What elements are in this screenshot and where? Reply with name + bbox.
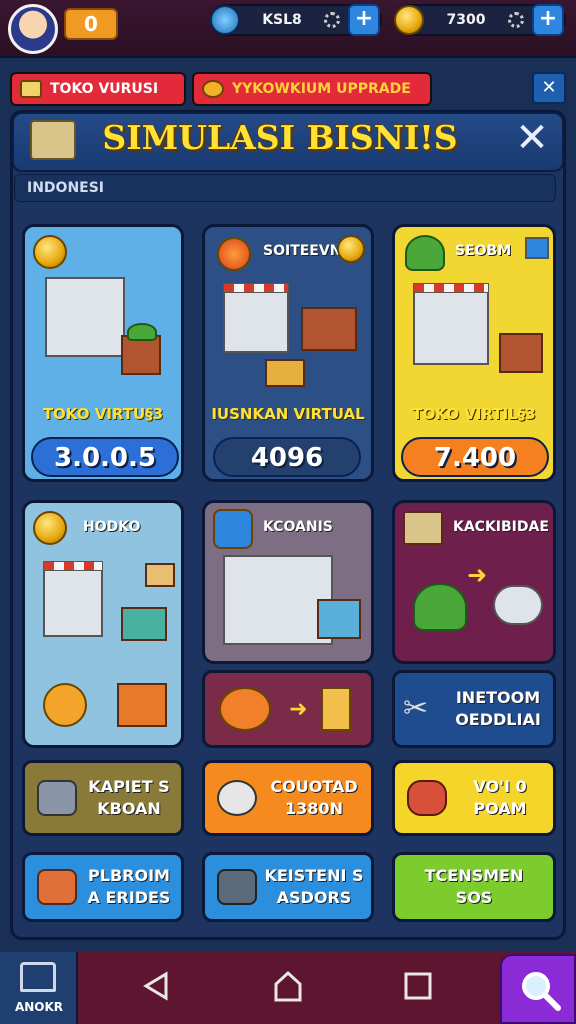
add-coins-button[interactable]: + — [532, 4, 564, 36]
produce-crate-icon — [121, 335, 161, 375]
coin-icon — [33, 511, 67, 545]
produce-cart-icon — [499, 333, 543, 373]
business-card-usaha-virtual[interactable]: SOITEEVN IUSNKAN VIRTUAL 4096 — [202, 224, 374, 482]
shop-badge-icon — [217, 237, 251, 271]
tools-icon: ✂ — [403, 691, 429, 726]
store-illustration — [413, 289, 489, 365]
card-title: IUSNKAN VIRTUAL — [211, 405, 365, 423]
business-card-kackibidae[interactable]: KACKIBIDAE ➜ — [392, 500, 556, 664]
register-icon — [217, 869, 257, 905]
phone-icon — [525, 237, 549, 259]
camera-icon — [37, 780, 77, 816]
upgrade-exchange-button[interactable]: ➜ — [202, 670, 374, 748]
tab-label: YYKOWKIUM UPPRADE — [232, 81, 411, 97]
action-button-6[interactable]: TCENSMEN SOS — [392, 852, 556, 922]
card-title: TOKO VIRTU§3 — [42, 405, 164, 423]
cash-register-icon — [493, 585, 543, 625]
shopping-cart-icon — [117, 683, 167, 727]
coin-stack-icon — [202, 80, 224, 98]
resource-coins-value: 7300 — [446, 12, 486, 28]
player-avatar[interactable] — [8, 4, 58, 54]
action-button-5[interactable]: KEISTENI S ASDORS — [202, 852, 374, 922]
card-price[interactable]: 7.400 — [401, 437, 549, 477]
coin-icon — [394, 5, 424, 35]
inetoom-button[interactable]: ✂ INETOOM OEDDLIAI — [392, 670, 556, 748]
awning-icon — [223, 283, 289, 293]
search-button[interactable] — [500, 954, 576, 1024]
receipt-icon — [321, 687, 352, 731]
button-label: VO'I 0 POAM — [473, 777, 527, 818]
stall-illustration — [223, 289, 289, 353]
tab-label: TOKO VURUSI — [50, 81, 159, 97]
home-tab-button[interactable]: ANOKR — [0, 952, 78, 1024]
gear-icon[interactable] — [508, 12, 524, 28]
card-price[interactable]: 4096 — [213, 437, 361, 477]
button-label: PLBROIM A ERIDES — [87, 866, 171, 907]
action-button-1[interactable]: KAPIET S KBOAN — [22, 760, 184, 836]
action-button-2[interactable]: COUOTAD 1380N — [202, 760, 374, 836]
card-heading: HODKO — [83, 519, 141, 535]
button-label: TCENSMEN SOS — [424, 866, 524, 907]
business-card-kcoanis[interactable]: KCOANIS — [202, 500, 374, 664]
card-heading: KACKIBIDAE — [453, 519, 549, 535]
gear-icon[interactable] — [324, 12, 340, 28]
back-icon[interactable] — [138, 968, 174, 1004]
home-icon[interactable] — [270, 968, 306, 1004]
card-heading: SEOBM — [455, 243, 512, 259]
card-heading: KCOANIS — [263, 519, 333, 535]
coin-bag-icon — [219, 687, 271, 731]
food-icon — [407, 780, 447, 816]
shop-avatar-icon — [213, 509, 253, 549]
close-icon[interactable]: ✕ — [510, 118, 554, 162]
awning-icon — [43, 561, 103, 571]
button-label: COUOTAD 1380N — [270, 777, 358, 818]
vegetable-basket-icon — [413, 583, 467, 631]
tab-upgrade[interactable]: YYKOWKIUM UPPRADE — [192, 72, 432, 106]
home-tab-label: ANOKR — [14, 1000, 64, 1014]
shop-icon — [20, 80, 42, 98]
market-stand-icon — [301, 307, 357, 351]
action-button-4[interactable]: PLBROIM A ERIDES — [22, 852, 184, 922]
arrow-right-icon: ➜ — [289, 696, 308, 722]
shopping-cart-icon — [317, 599, 361, 639]
vegetables-icon — [127, 323, 157, 341]
resource-coins: 7300 + — [394, 4, 566, 36]
add-gems-button[interactable]: + — [348, 4, 380, 36]
market-stall-illustration — [43, 567, 103, 637]
search-icon — [522, 972, 561, 1011]
page-title: SIMULASI BISNI!S — [102, 118, 458, 157]
resource-gems-value: KSL8 — [262, 12, 302, 28]
card-title: TOKO VIRTIL§3 — [412, 405, 536, 423]
store-illustration — [45, 277, 125, 357]
counter-icon — [121, 607, 167, 641]
card-price[interactable]: 3.0.0.5 — [31, 437, 179, 477]
boxes-icon — [265, 359, 305, 387]
swirl-icon — [210, 5, 240, 35]
recents-icon[interactable] — [400, 968, 436, 1004]
house-icon — [20, 962, 56, 992]
plant-icon — [405, 235, 445, 271]
action-button-3[interactable]: VO'I 0 POAM — [392, 760, 556, 836]
business-card-toko-virtual[interactable]: TOKO VIRTU§3 3.0.0.5 — [22, 224, 184, 482]
box-icon — [403, 511, 443, 545]
tab-toko-vurusi[interactable]: TOKO VURUSI — [10, 72, 186, 106]
arrow-right-icon: ➜ — [467, 561, 488, 589]
button-label: KEISTENI S ASDORS — [264, 866, 364, 907]
package-icon — [37, 869, 77, 905]
awning-icon — [413, 283, 489, 293]
cooking-pot-icon — [217, 780, 257, 816]
region-label: INDONESI — [14, 174, 556, 202]
tabs-close-button[interactable]: ✕ — [532, 72, 566, 104]
button-label: INETOOM OEDDLIAI — [455, 688, 541, 729]
business-card-toko-virtual-2[interactable]: SEOBM TOKO VIRTIL§3 7.400 — [392, 224, 556, 482]
business-card-hodko[interactable]: HODKO — [22, 500, 184, 748]
resource-gems: KSL8 + — [210, 4, 382, 36]
coins-pile-icon — [43, 683, 87, 727]
level-badge[interactable]: 0 — [64, 8, 118, 40]
card-heading: SOITEEVN — [263, 243, 342, 259]
button-label: KAPIET S KBOAN — [88, 777, 170, 818]
coin-icon — [337, 235, 365, 263]
coin-icon — [33, 235, 67, 269]
box-icon — [145, 563, 175, 587]
